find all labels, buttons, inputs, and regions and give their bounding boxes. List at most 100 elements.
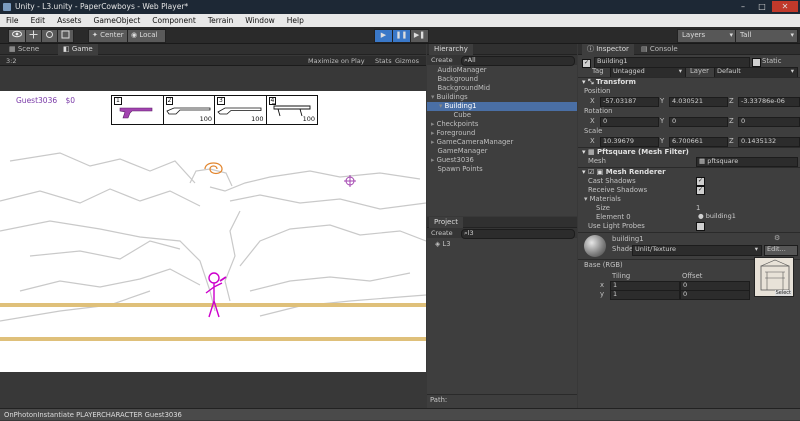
hierarchy-item[interactable]: Cube bbox=[427, 111, 577, 120]
tab-game-label: Game bbox=[71, 45, 93, 53]
rotation-x-field[interactable]: 0 bbox=[600, 117, 659, 127]
menu-component[interactable]: Component bbox=[146, 14, 202, 27]
project-search-input[interactable]: ⌕l3 bbox=[461, 229, 575, 239]
mesh-filter-header[interactable]: ▾ ▦ Pftsquare (Mesh Filter) bbox=[582, 147, 689, 157]
unity-scene-icon: ◈ bbox=[435, 240, 441, 248]
material-preview-sphere bbox=[584, 235, 606, 257]
rotation-y-field[interactable]: 0 bbox=[669, 117, 728, 127]
hierarchy-item[interactable]: ▾ Buildings bbox=[427, 93, 577, 102]
tag-label: Tag bbox=[592, 67, 604, 75]
settings-gear-icon[interactable]: ⚙ bbox=[774, 234, 780, 242]
scale-x-label: X bbox=[590, 137, 595, 145]
shader-dropdown[interactable]: Unlit/Texture bbox=[632, 245, 762, 256]
hierarchy-item[interactable]: ▸ Foreground bbox=[427, 129, 577, 138]
offset-y-field[interactable]: 0 bbox=[680, 290, 750, 300]
static-checkbox[interactable] bbox=[752, 58, 761, 67]
tab-game[interactable]: ◧ Game bbox=[58, 44, 98, 55]
scale-z-field[interactable]: 0.1435132 bbox=[738, 137, 800, 147]
cast-shadows-checkbox[interactable]: ✓ bbox=[696, 177, 705, 186]
pivot-center-toggle[interactable]: ✦ Center bbox=[88, 29, 131, 43]
rotate-tool-button[interactable] bbox=[41, 29, 58, 43]
tiling-label: Tiling bbox=[612, 272, 631, 280]
game-view[interactable]: Guest3036 $0 1 2 100 3 100 4 100 bbox=[0, 91, 426, 372]
material-sphere-icon: ● bbox=[698, 213, 704, 220]
move-icon bbox=[29, 30, 38, 39]
stats-toggle[interactable]: Stats bbox=[375, 56, 392, 66]
hierarchy-item[interactable]: Spawn Points bbox=[427, 165, 577, 174]
project-item-l3[interactable]: ◈ L3 bbox=[435, 240, 451, 249]
hierarchy-create-button[interactable]: Create bbox=[431, 56, 453, 64]
hierarchy-item-label: Buildings bbox=[436, 93, 468, 101]
receive-shadows-checkbox[interactable]: ✓ bbox=[696, 186, 705, 195]
menu-terrain[interactable]: Terrain bbox=[202, 14, 239, 27]
hierarchy-search-input[interactable]: ⌕All bbox=[461, 56, 575, 66]
layers-dropdown[interactable]: Layers bbox=[677, 29, 737, 43]
menu-edit[interactable]: Edit bbox=[25, 14, 52, 27]
pivot-center-label: Center bbox=[100, 31, 124, 39]
rotation-z-label: Z bbox=[729, 117, 734, 125]
game-letterbox-top bbox=[0, 66, 426, 91]
pivot-local-toggle[interactable]: ◉ Local bbox=[127, 29, 166, 43]
menu-assets[interactable]: Assets bbox=[51, 14, 87, 27]
layer-label: Layer bbox=[690, 67, 709, 75]
size-value[interactable]: 1 bbox=[696, 204, 700, 213]
tab-hierarchy[interactable]: Hierarchy bbox=[429, 44, 473, 55]
hierarchy-toolbar: Create ⌕All bbox=[427, 55, 577, 66]
hierarchy-item[interactable]: GameManager bbox=[427, 147, 577, 156]
play-button[interactable]: ▶ bbox=[374, 29, 393, 43]
menu-help[interactable]: Help bbox=[281, 14, 310, 27]
hierarchy-tab-bar: Hierarchy bbox=[427, 44, 577, 55]
title-bar: Unity - L3.unity - PaperCowboys - Web Pl… bbox=[0, 0, 800, 14]
materials-foldout[interactable]: ▾ Materials bbox=[584, 195, 621, 204]
hierarchy-item[interactable]: Background bbox=[427, 75, 577, 84]
hierarchy-item-label: Foreground bbox=[436, 129, 476, 137]
menu-gameobject[interactable]: GameObject bbox=[88, 14, 147, 27]
gizmos-dropdown[interactable]: Gizmos bbox=[395, 56, 419, 66]
hand-tool-button[interactable] bbox=[8, 29, 26, 43]
menu-file[interactable]: File bbox=[0, 14, 25, 27]
rotation-label: Rotation bbox=[584, 107, 613, 115]
project-create-button[interactable]: Create bbox=[431, 229, 453, 237]
transform-header[interactable]: ▾ ⤡ Transform bbox=[582, 77, 636, 87]
scale-y-field[interactable]: 6.700661 bbox=[669, 137, 728, 147]
shader-edit-button[interactable]: Edit... bbox=[764, 245, 798, 256]
hierarchy-item[interactable]: ▸ Checkpoints bbox=[427, 120, 577, 129]
minimize-button[interactable]: – bbox=[734, 1, 752, 12]
maximize-on-play-toggle[interactable]: Maximize on Play bbox=[308, 56, 365, 66]
tab-project[interactable]: Project bbox=[429, 217, 463, 228]
pause-button[interactable]: ❚❚ bbox=[392, 29, 411, 43]
move-tool-button[interactable] bbox=[25, 29, 42, 43]
tiling-y-field[interactable]: 1 bbox=[610, 290, 680, 300]
mesh-renderer-header[interactable]: ▾ ☑ ▣ Mesh Renderer bbox=[582, 167, 666, 177]
hierarchy-item[interactable]: AudioManager bbox=[427, 66, 577, 75]
texture-select-button[interactable]: Select bbox=[774, 290, 792, 296]
tab-scene[interactable]: ▦ Scene bbox=[4, 44, 44, 55]
close-button[interactable]: ✕ bbox=[772, 1, 798, 12]
scale-tool-button[interactable] bbox=[57, 29, 74, 43]
hierarchy-item[interactable]: ▾ Building1 bbox=[427, 102, 577, 111]
scale-x-field[interactable]: 10.39679 bbox=[600, 137, 659, 147]
hierarchy-item[interactable]: ▸ Guest3036 bbox=[427, 156, 577, 165]
hierarchy-item-label: Cube bbox=[453, 111, 472, 119]
maximize-button[interactable]: □ bbox=[753, 1, 771, 12]
mesh-field[interactable]: ▦ pftsquare bbox=[696, 157, 798, 167]
aspect-dropdown[interactable]: 3:2 bbox=[6, 56, 16, 66]
unity-logo-icon bbox=[3, 3, 11, 11]
hierarchy-item[interactable]: ▸ GameCameraManager bbox=[427, 138, 577, 147]
rotation-z-field[interactable]: 0 bbox=[738, 117, 800, 127]
layout-dropdown[interactable]: Tall bbox=[735, 29, 798, 43]
position-x-field[interactable]: -57.03187 bbox=[600, 97, 659, 107]
hierarchy-list: AudioManager Background BackgroundMid ▾ B… bbox=[427, 66, 577, 216]
texture-slot[interactable]: Select bbox=[754, 257, 794, 297]
position-z-field[interactable]: -3.33786e-06 bbox=[738, 97, 800, 107]
mesh-asset-icon: ▦ bbox=[699, 157, 706, 165]
size-label: Size bbox=[596, 204, 610, 212]
position-y-field[interactable]: 4.030521 bbox=[669, 97, 728, 107]
menu-window[interactable]: Window bbox=[239, 14, 281, 27]
tab-inspector[interactable]: ⓘ Inspector bbox=[582, 44, 634, 55]
tab-console[interactable]: ▤ Console bbox=[636, 44, 683, 55]
step-button[interactable]: ▶❚ bbox=[410, 29, 429, 43]
light-probes-checkbox[interactable] bbox=[696, 222, 705, 231]
element-field[interactable]: ● building1 bbox=[696, 213, 796, 221]
hierarchy-item[interactable]: BackgroundMid bbox=[427, 84, 577, 93]
